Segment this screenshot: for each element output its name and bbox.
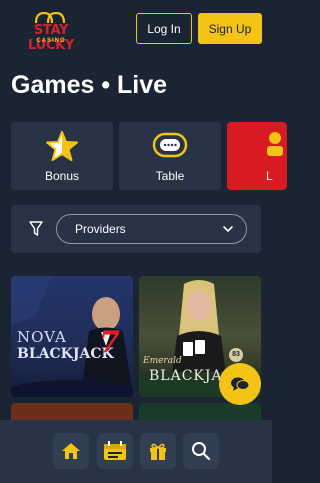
game-title-line1: Emerald (143, 356, 182, 366)
search-icon (192, 442, 211, 461)
providers-label: Providers (75, 222, 126, 236)
nav-home-button[interactable] (53, 433, 89, 469)
chat-icon (231, 377, 250, 391)
chat-button[interactable] (219, 363, 261, 405)
filter-bar: Providers (11, 205, 261, 253)
nav-gift-button[interactable] (140, 433, 176, 469)
chip-icon (119, 130, 221, 162)
home-icon (62, 443, 80, 459)
game-title-line1: NOVA (17, 328, 67, 346)
game-title-line2: BLACKJA (149, 368, 223, 384)
logo-subtext: CASINO (36, 38, 66, 44)
calendar-2023-icon (104, 441, 126, 460)
category-label: L (266, 169, 273, 183)
chevron-down-icon (223, 226, 233, 233)
category-table[interactable]: Table (119, 122, 221, 190)
category-label: Table (155, 169, 185, 183)
game-tile-nova-blackjack[interactable]: NOVA BLACKJACK 7 (11, 276, 133, 397)
game-title-badge: 7 (99, 325, 120, 360)
category-bonus[interactable]: Bonus (11, 122, 113, 190)
page-title: Games • Live (11, 71, 168, 99)
signup-button[interactable]: Sign Up (198, 13, 262, 44)
category-label: Bonus (44, 169, 80, 183)
live-icon (227, 130, 287, 162)
nav-search-button[interactable] (183, 433, 219, 469)
game-score-badge: 83 (229, 348, 243, 362)
providers-dropdown[interactable]: Providers (56, 214, 247, 244)
stay-lucky-logo[interactable]: STAY LUCKY CASINO (10, 12, 92, 53)
category-live[interactable]: L (227, 122, 287, 190)
bottom-navigation (0, 420, 272, 483)
top-bar: STAY LUCKY CASINO Log In Sign Up (0, 0, 272, 58)
star-icon (11, 130, 113, 162)
login-button[interactable]: Log In (136, 13, 192, 44)
gift-icon (150, 443, 166, 460)
filter-icon[interactable] (29, 221, 43, 237)
nav-promo-button[interactable] (97, 433, 133, 469)
